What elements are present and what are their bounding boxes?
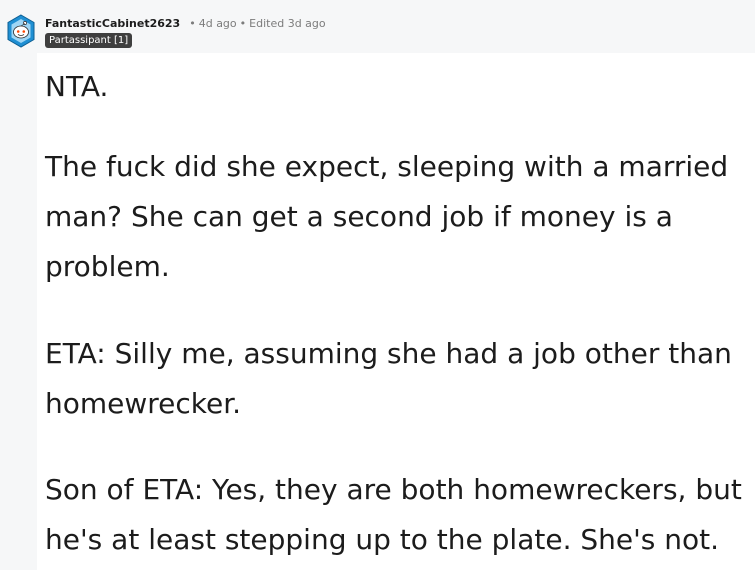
comment-paragraph: ETA: Silly me, assuming she had a job ot… (45, 337, 732, 420)
comment-paragraph: NTA. (45, 70, 109, 103)
user-avatar[interactable] (6, 14, 36, 48)
username-link[interactable]: FantasticCabinet2623 (45, 16, 180, 32)
user-flair: Partassipant [1] (45, 33, 133, 48)
comment-age[interactable]: 4d ago (199, 17, 237, 30)
comment-body: NTA. The fuck did she expect, sleeping w… (37, 53, 755, 570)
separator-dot: • (239, 17, 247, 30)
thread-gutter[interactable] (0, 0, 30, 570)
comment-meta: • 4d ago • Edited 3d ago (186, 16, 325, 32)
comment-header: FantasticCabinet2623 • 4d ago • Edited 3d a… (45, 14, 326, 34)
separator-dot: • (189, 17, 196, 30)
comment: FantasticCabinet2623 • 4d ago • Edited 3d a… (0, 0, 755, 570)
comment-paragraph: Son of ETA: Yes, they are both homewreck… (45, 473, 742, 556)
snoo-avatar-icon (7, 14, 35, 48)
edited-label: Edited 3d ago (249, 17, 326, 30)
comment-paragraph: The fuck did she expect, sleeping with a… (45, 150, 729, 283)
